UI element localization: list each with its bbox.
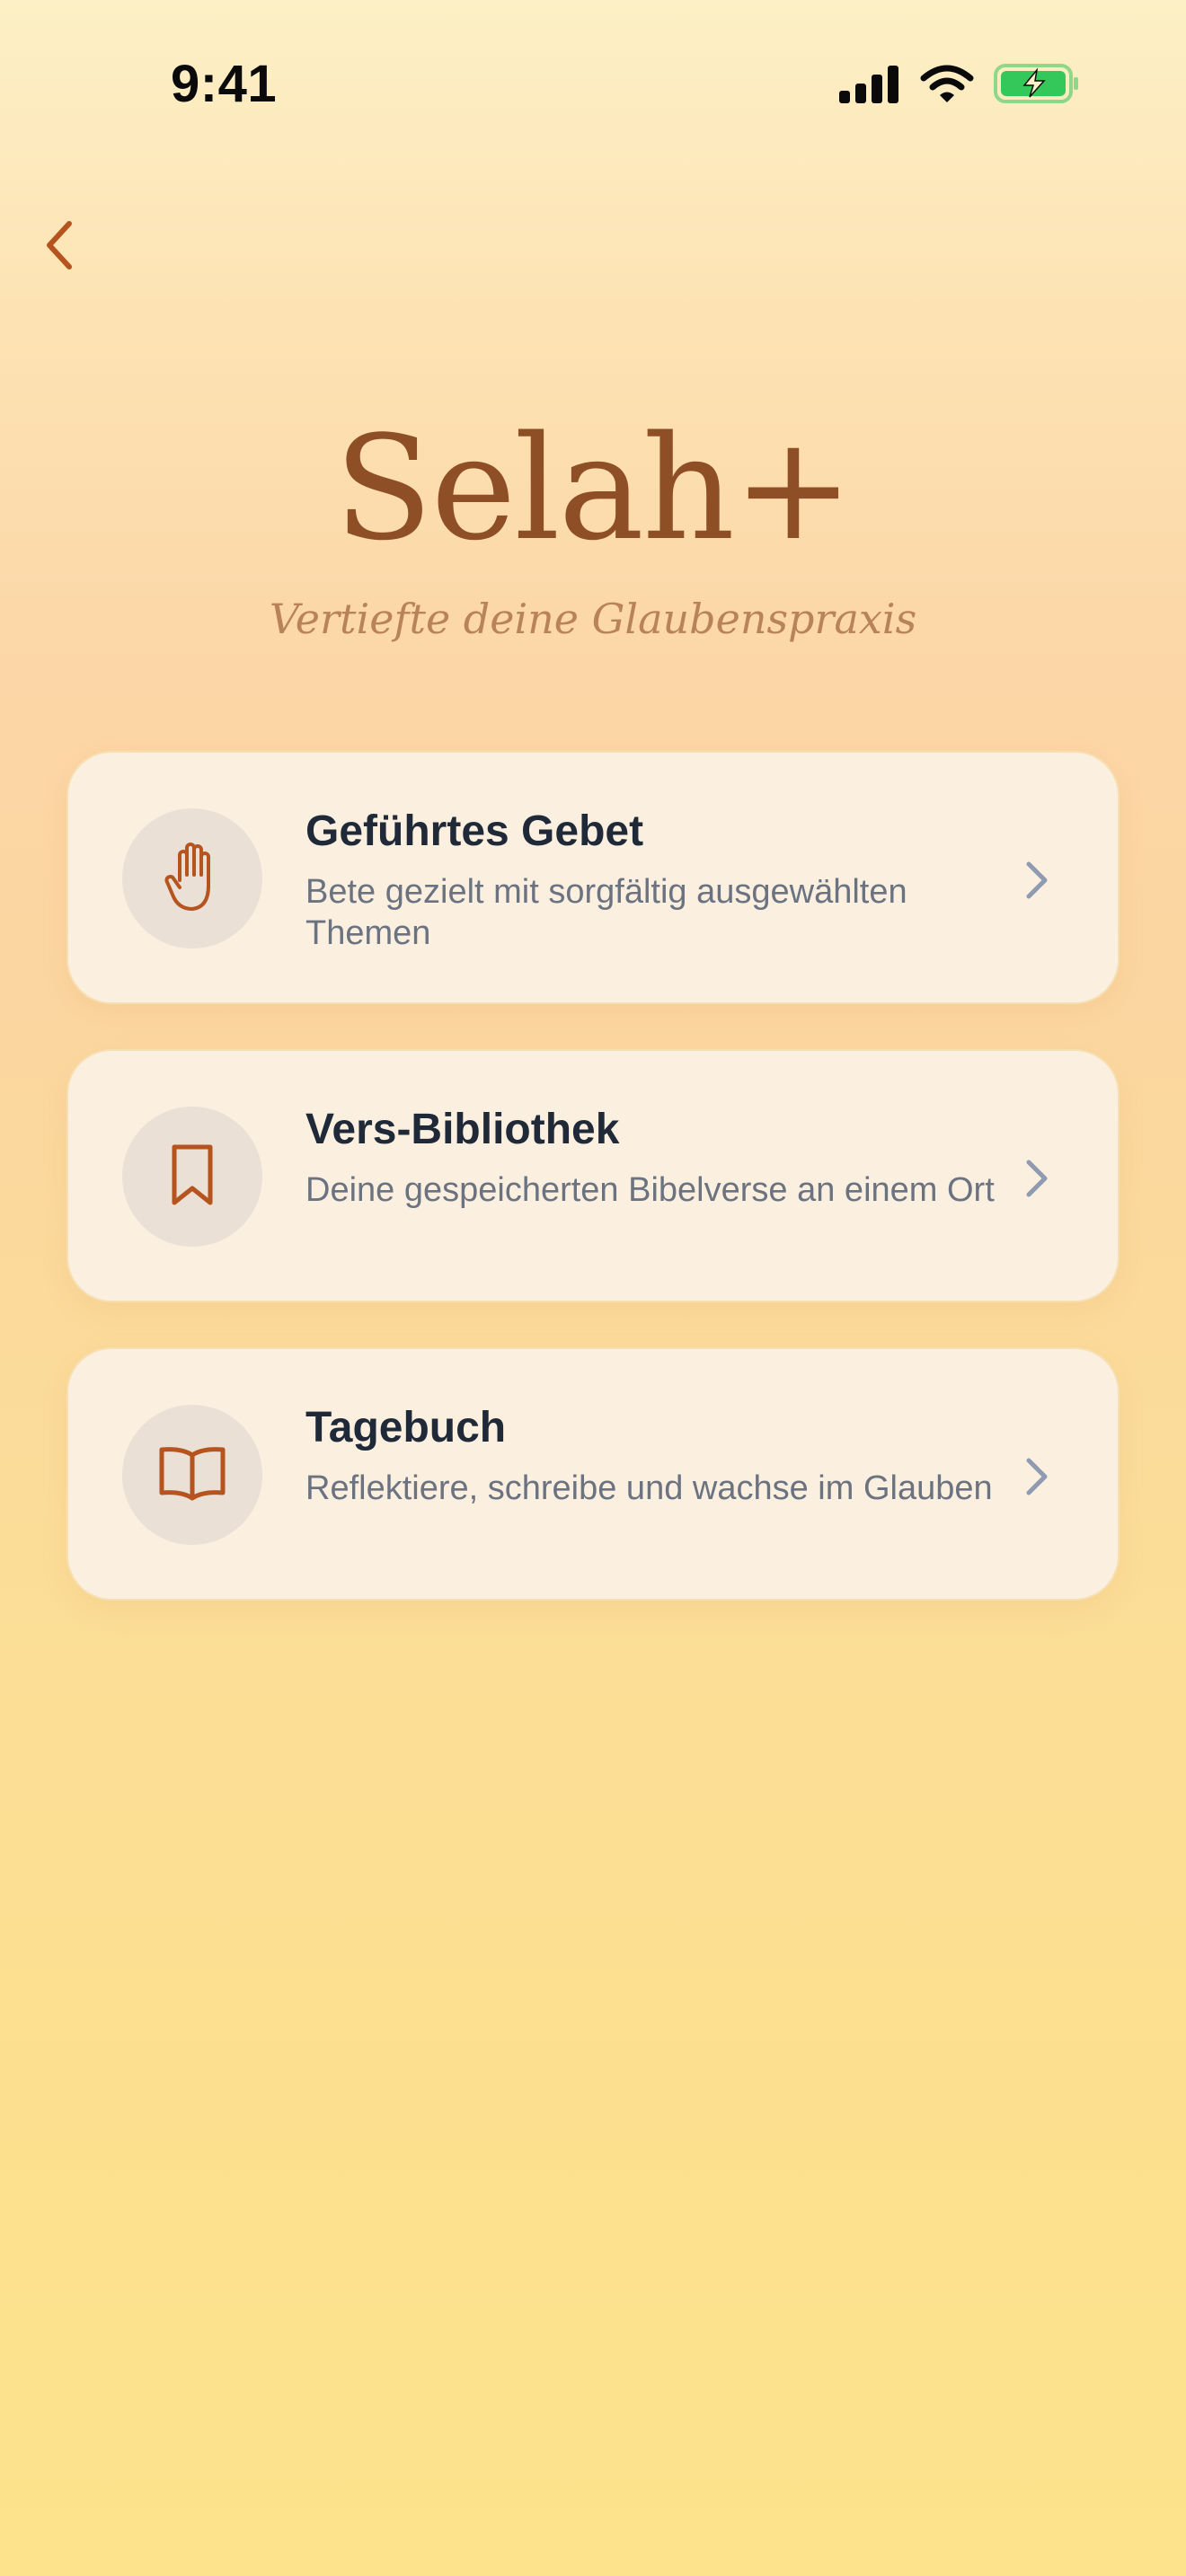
status-icons <box>839 63 1080 109</box>
card-description: Reflektiere, schreibe und wachse im Glau… <box>305 1469 993 1507</box>
status-bar: 9:41 <box>0 0 1186 171</box>
menu-card-journal[interactable]: Tagebuch Reflektiere, schreibe und wachs… <box>66 1347 1120 1601</box>
hand-icon <box>164 841 221 917</box>
back-button[interactable] <box>27 207 90 287</box>
card-title: Vers-Bibliothek <box>305 1106 620 1153</box>
icon-circle <box>122 1405 262 1545</box>
card-description: Deine gespeicherten Bibelverse an einem … <box>305 1171 995 1209</box>
card-title: Tagebuch <box>305 1404 507 1451</box>
menu-card-guided-prayer[interactable]: Geführtes Gebet Bete gezielt mit sorgfäl… <box>66 751 1120 1004</box>
card-title: Geführtes Gebet <box>305 807 644 855</box>
page-title: Selah+ <box>334 404 854 572</box>
battery-charging-icon <box>994 63 1080 109</box>
card-description: Bete gezielt mit sorgfältig ausgewählten… <box>305 873 907 952</box>
menu-card-verse-library[interactable]: Vers-Bibliothek Deine gespeicherten Bibe… <box>66 1049 1120 1302</box>
page-subtitle: Vertiefte deine Glaubenspraxis <box>269 595 917 643</box>
bookmark-icon <box>169 1143 216 1211</box>
chevron-right-icon <box>1019 1151 1055 1205</box>
wifi-icon <box>920 64 974 108</box>
icon-circle <box>122 808 262 948</box>
chevron-left-icon <box>42 218 75 277</box>
chevron-right-icon <box>1019 1450 1055 1504</box>
icon-circle <box>122 1107 262 1247</box>
open-book-icon <box>156 1444 228 1506</box>
chevron-right-icon <box>1019 853 1055 907</box>
status-time: 9:41 <box>171 55 278 113</box>
cellular-signal-icon <box>839 64 900 108</box>
